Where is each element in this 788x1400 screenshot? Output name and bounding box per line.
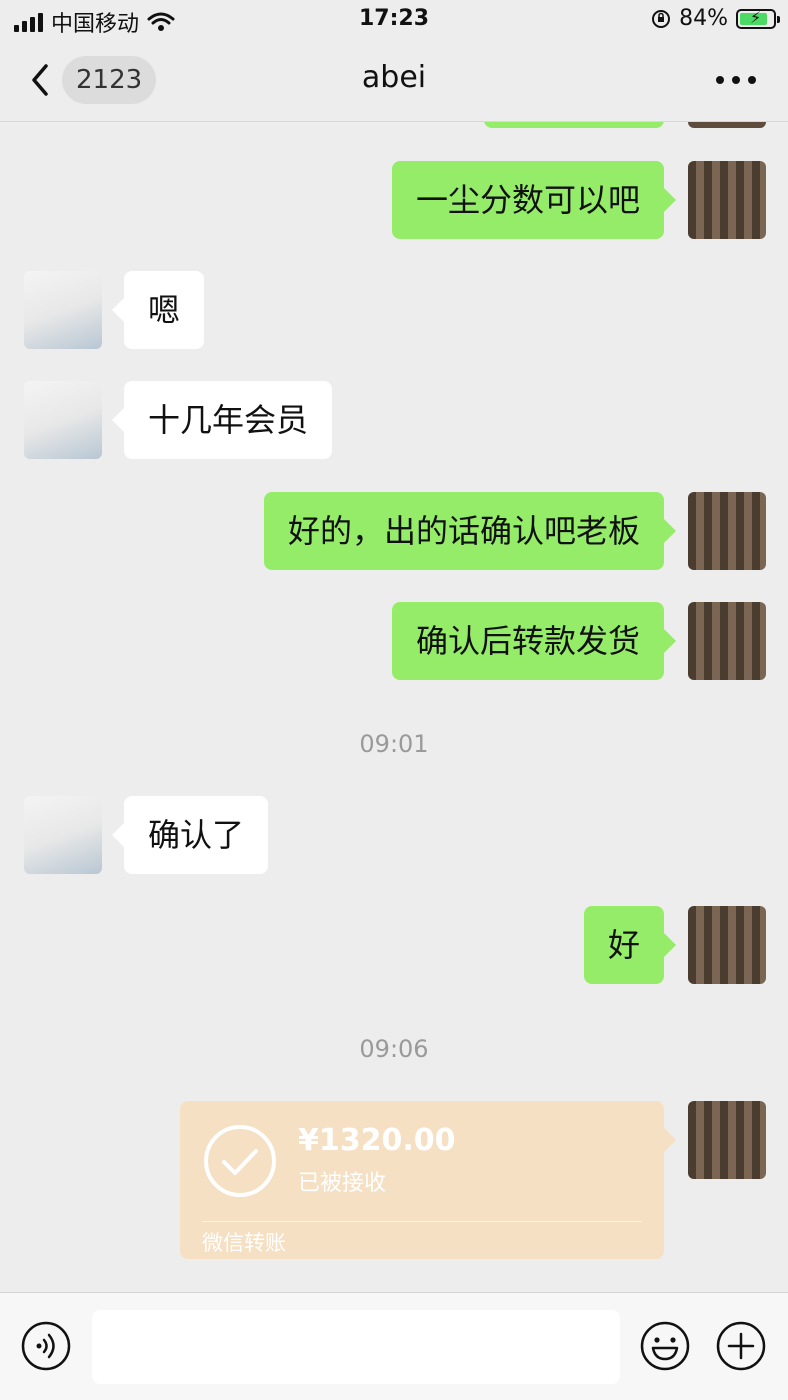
message-list[interactable]: 一尘分数可以吧 嗯 十几年会员 好的，出的话确认吧老板 确认后转款发货 09:0… [0,122,788,1292]
message-bubble[interactable]: 好 [583,906,677,984]
divider [202,1221,642,1222]
message-bubble[interactable]: 嗯 [111,271,205,349]
check-circle-icon [204,1125,276,1197]
message-row-incoming: 十几年会员 [0,381,788,459]
message-bubble[interactable]: 确认了 [111,796,269,874]
message-row-outgoing: 一尘分数可以吧 [0,161,788,239]
transfer-label: 微信转账 [202,1231,286,1255]
message-row-incoming: 嗯 [0,271,788,349]
battery-percent: 84% [679,6,728,31]
message-bubble[interactable]: 好的，出的话确认吧老板 [263,492,677,570]
plus-circle-icon[interactable] [716,1321,766,1371]
input-bar [0,1292,788,1400]
status-bar: 中国移动 17:23 84% ⚡ [0,0,788,40]
timestamp: 09:01 [359,730,429,758]
my-avatar[interactable] [688,161,766,239]
message-bubble-partial[interactable] [484,122,664,128]
chat-title: abei [361,60,427,95]
contact-avatar[interactable] [24,796,102,874]
message-bubble[interactable]: 确认后转款发货 [391,602,677,680]
transfer-card[interactable]: ¥1320.00 已被接收 微信转账 [180,1101,676,1259]
message-input[interactable] [92,1310,620,1384]
orientation-lock-icon [652,9,671,28]
transfer-amount: ¥1320.00 [298,1123,456,1158]
timestamp: 09:06 [359,1035,429,1063]
message-bubble[interactable]: 一尘分数可以吧 [391,161,677,239]
avatar-partial[interactable] [688,122,766,128]
voice-icon[interactable] [21,1321,71,1371]
more-horizontal-icon[interactable] [714,68,758,92]
message-row-outgoing: 确认后转款发货 [0,602,788,680]
contact-avatar[interactable] [24,381,102,459]
my-avatar[interactable] [688,1101,766,1179]
emoji-icon[interactable] [640,1321,690,1371]
battery-icon: ⚡ [736,8,780,29]
message-bubble[interactable]: 十几年会员 [111,381,333,459]
contact-avatar[interactable] [24,271,102,349]
message-row-incoming: 确认了 [0,796,788,874]
status-right: 84% ⚡ [651,6,780,31]
my-avatar[interactable] [688,492,766,570]
my-avatar[interactable] [688,602,766,680]
message-row-outgoing: 好 [0,906,788,984]
transfer-status: 已被接收 [298,1171,387,1196]
chat-header: 2123 abei [0,40,788,122]
my-avatar[interactable] [688,906,766,984]
message-row-outgoing: 好的，出的话确认吧老板 [0,492,788,570]
